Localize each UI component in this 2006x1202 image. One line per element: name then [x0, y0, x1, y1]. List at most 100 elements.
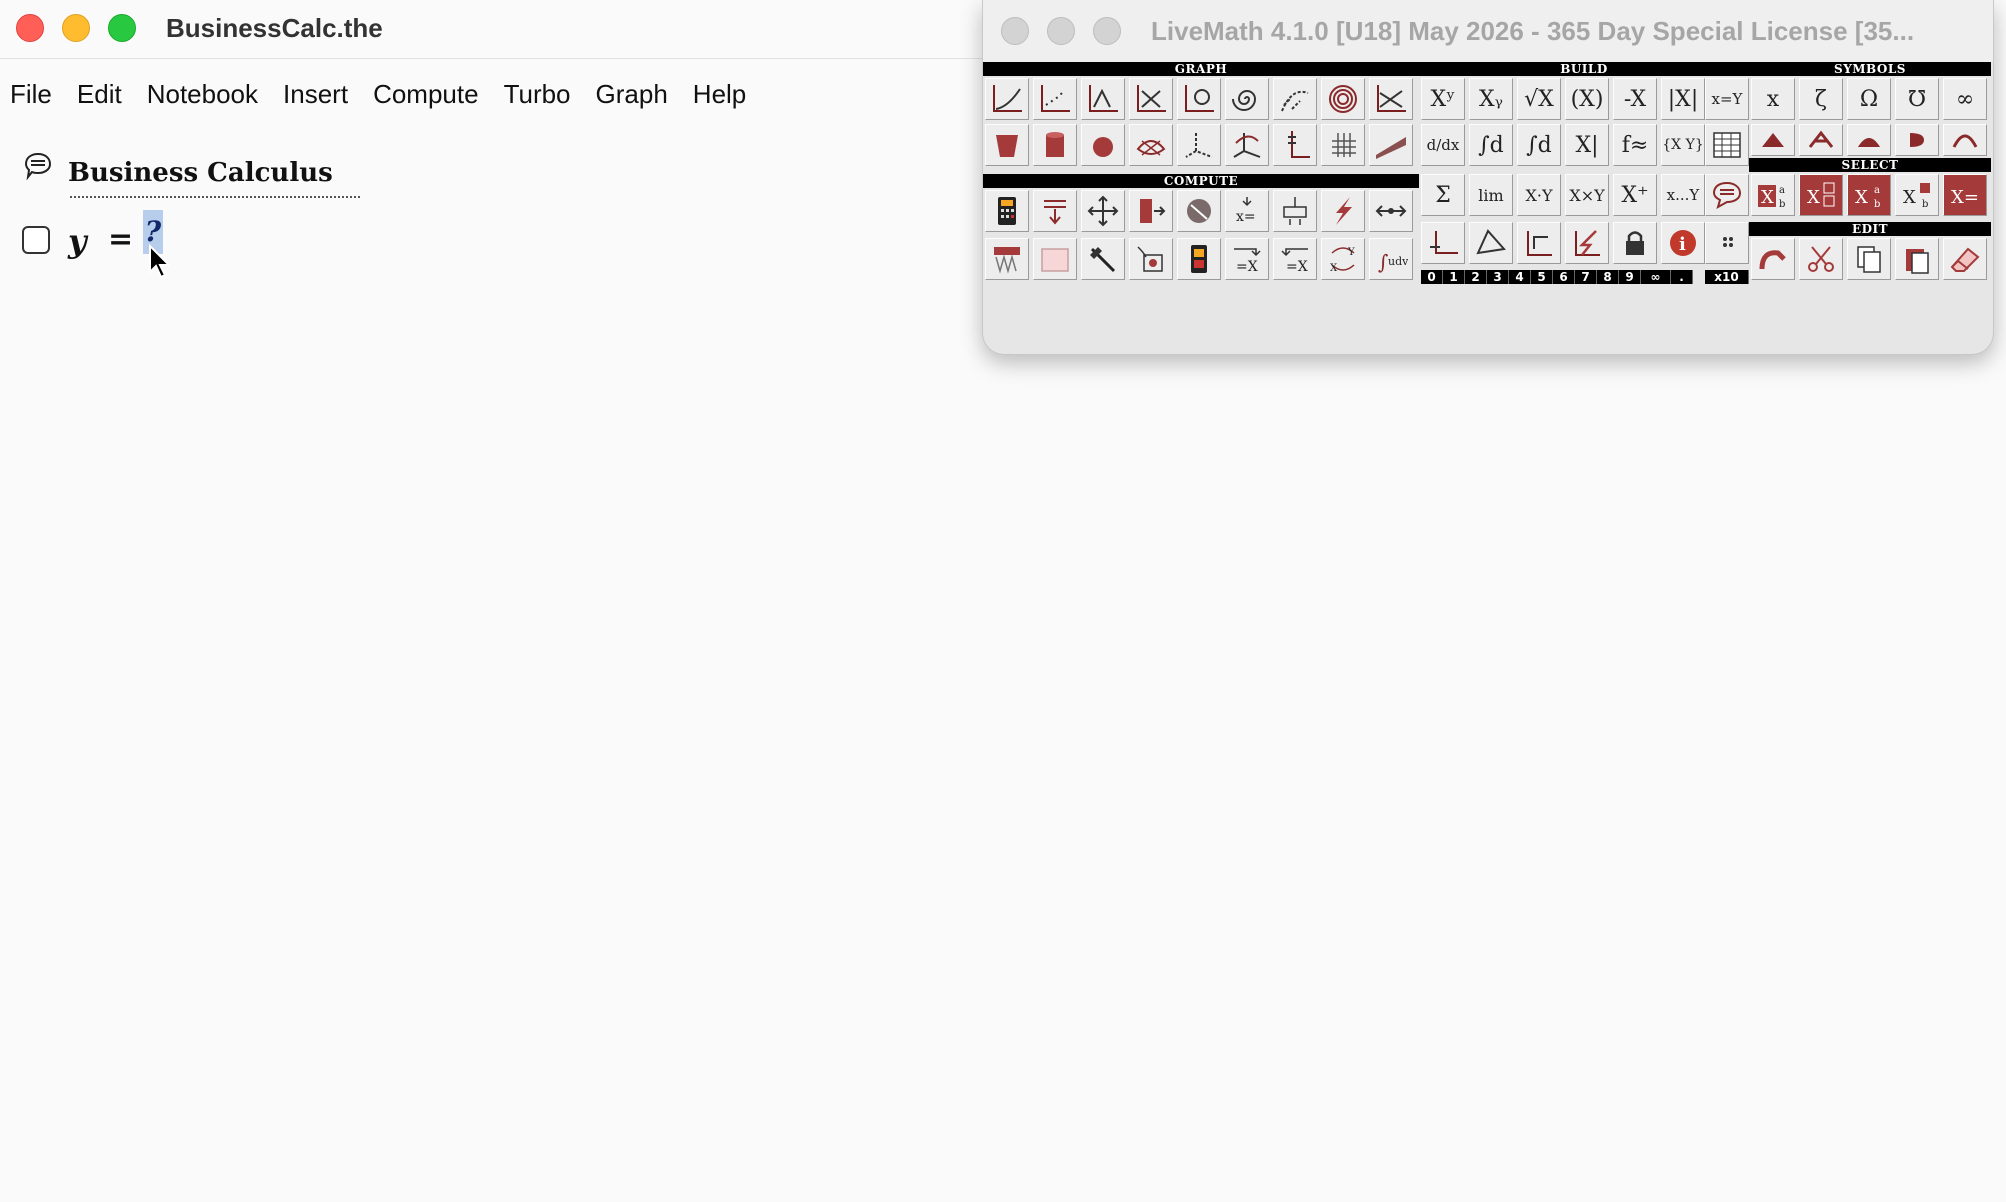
digit-button[interactable]: 4	[1509, 270, 1531, 284]
build-negate-button[interactable]: -X	[1613, 78, 1657, 120]
build-graph-axis-button[interactable]	[1421, 222, 1465, 264]
menu-edit[interactable]: Edit	[77, 74, 122, 114]
build-dots-button[interactable]	[1705, 222, 1749, 264]
graph-cylinder-button[interactable]	[1033, 124, 1077, 166]
menu-insert[interactable]: Insert	[283, 74, 348, 114]
graph-3d-curve-button[interactable]	[1225, 124, 1269, 166]
symbol-x-button[interactable]: x	[1751, 78, 1795, 120]
build-sqrt-button[interactable]: √X	[1517, 78, 1561, 120]
build-parens-button[interactable]: (X)	[1565, 78, 1609, 120]
edit-cut-button[interactable]	[1799, 238, 1843, 280]
build-lock-button[interactable]	[1613, 222, 1657, 264]
build-region-button[interactable]	[1517, 222, 1561, 264]
build-equals-button[interactable]: x=Y	[1705, 78, 1749, 120]
build-power-button[interactable]: Xʸ	[1421, 78, 1465, 120]
graph-implicit-button[interactable]	[1177, 78, 1221, 120]
build-comment-button[interactable]	[1705, 174, 1749, 216]
digit-button[interactable]: 7	[1575, 270, 1597, 284]
compute-frame-button[interactable]	[1033, 238, 1077, 280]
compute-hammer-button[interactable]	[1081, 238, 1125, 280]
notebook-title[interactable]: Business Calculus	[68, 158, 333, 188]
graph-polar-button[interactable]	[1081, 78, 1125, 120]
menu-notebook[interactable]: Notebook	[147, 74, 258, 114]
equation-checkbox[interactable]	[22, 226, 50, 254]
compute-factor-button[interactable]	[1129, 190, 1173, 232]
graph-points-button[interactable]	[1033, 78, 1077, 120]
menu-turbo[interactable]: Turbo	[504, 74, 571, 114]
comment-balloon-icon[interactable]	[22, 150, 54, 182]
build-definite-integral-button[interactable]: ∫d	[1517, 124, 1561, 166]
build-derivative-button[interactable]: d/dx	[1421, 124, 1465, 166]
compute-calculator-button[interactable]	[985, 190, 1029, 232]
digit-button[interactable]: ∞	[1641, 270, 1671, 284]
compute-substitute-button[interactable]: =X	[1225, 238, 1269, 280]
select-x-ab-button[interactable]: Xab	[1751, 174, 1795, 216]
graph-parametric-button[interactable]	[1129, 78, 1173, 120]
select-x-both-button[interactable]: Xab	[1847, 174, 1891, 216]
graph-surface-button[interactable]	[1129, 124, 1173, 166]
select-e-button[interactable]	[1943, 124, 1987, 156]
edit-copy-button[interactable]	[1847, 238, 1891, 280]
build-shape-button[interactable]	[1469, 222, 1513, 264]
compute-expand-button[interactable]	[1033, 190, 1077, 232]
digit-button[interactable]: 0	[1421, 270, 1443, 284]
build-integral-button[interactable]: ∫d	[1469, 124, 1513, 166]
minimize-window-button[interactable]	[62, 14, 90, 42]
digit-button[interactable]: 9	[1619, 270, 1641, 284]
compute-chart-button[interactable]	[985, 238, 1029, 280]
graph-cup-button[interactable]	[985, 124, 1029, 166]
build-evaluate-button[interactable]: X|	[1565, 124, 1609, 166]
palette-minimize-button[interactable]	[1047, 17, 1075, 45]
graph-sphere-button[interactable]	[1081, 124, 1125, 166]
zoom-window-button[interactable]	[108, 14, 136, 42]
build-zap-button[interactable]	[1565, 222, 1609, 264]
compute-swap-xy-button[interactable]: XY	[1321, 238, 1365, 280]
compute-integrate-button[interactable]: ∫ udv	[1369, 238, 1413, 280]
compute-split-button[interactable]	[1273, 190, 1317, 232]
select-x-sup-button[interactable]: X	[1799, 174, 1843, 216]
symbol-infinity-button[interactable]: ∞	[1943, 78, 1987, 120]
edit-undo-button[interactable]	[1751, 238, 1795, 280]
compute-device-button[interactable]	[1177, 238, 1221, 280]
graph-axes-button[interactable]	[1273, 124, 1317, 166]
build-dagger-button[interactable]: X⁺	[1613, 174, 1657, 216]
digit-button[interactable]: 8	[1597, 270, 1619, 284]
compute-lightning-button[interactable]	[1321, 190, 1365, 232]
graph-rings-button[interactable]	[1321, 78, 1365, 120]
menu-file[interactable]: File	[10, 74, 52, 114]
select-x-box-button[interactable]: Xb	[1895, 174, 1939, 216]
select-a-button[interactable]	[1751, 124, 1795, 156]
x10-button[interactable]: x10	[1705, 270, 1749, 284]
build-info-button[interactable]: i	[1661, 222, 1705, 264]
build-table-button[interactable]	[1705, 124, 1749, 166]
build-dot-product-button[interactable]: X·Y	[1517, 174, 1561, 216]
edit-paste-button[interactable]	[1895, 238, 1939, 280]
compute-move-button[interactable]	[1081, 190, 1125, 232]
graph-spiral-button[interactable]	[1225, 78, 1269, 120]
build-range-button[interactable]: x...Y	[1661, 174, 1705, 216]
symbol-omega-button[interactable]: Ω	[1847, 78, 1891, 120]
graph-log-button[interactable]	[1369, 78, 1413, 120]
select-d-button[interactable]	[1895, 124, 1939, 156]
compute-ball-button[interactable]	[1177, 190, 1221, 232]
select-c-button[interactable]	[1847, 124, 1891, 156]
menu-graph[interactable]: Graph	[596, 74, 668, 114]
build-cross-product-button[interactable]: X×Y	[1565, 174, 1609, 216]
digit-button[interactable]: 2	[1465, 270, 1487, 284]
build-abs-button[interactable]: |X|	[1661, 78, 1705, 120]
graph-ribbon-button[interactable]	[1369, 124, 1413, 166]
graph-field-button[interactable]	[1273, 78, 1317, 120]
select-b-button[interactable]	[1799, 124, 1843, 156]
digit-button[interactable]: 1	[1443, 270, 1465, 284]
compute-solve-x-button[interactable]: x=	[1225, 190, 1269, 232]
edit-erase-button[interactable]	[1943, 238, 1987, 280]
digit-button[interactable]: .	[1671, 270, 1693, 284]
equation-variable[interactable]: y	[68, 222, 87, 260]
graph-3d-axes-button[interactable]	[1177, 124, 1221, 166]
graph-grid-button[interactable]	[1321, 124, 1365, 166]
compute-plugin-button[interactable]	[1129, 238, 1173, 280]
digit-button[interactable]: 6	[1553, 270, 1575, 284]
palette-close-button[interactable]	[1001, 17, 1029, 45]
build-approx-button[interactable]: f≈	[1613, 124, 1657, 166]
build-sum-button[interactable]: Σ	[1421, 174, 1465, 216]
